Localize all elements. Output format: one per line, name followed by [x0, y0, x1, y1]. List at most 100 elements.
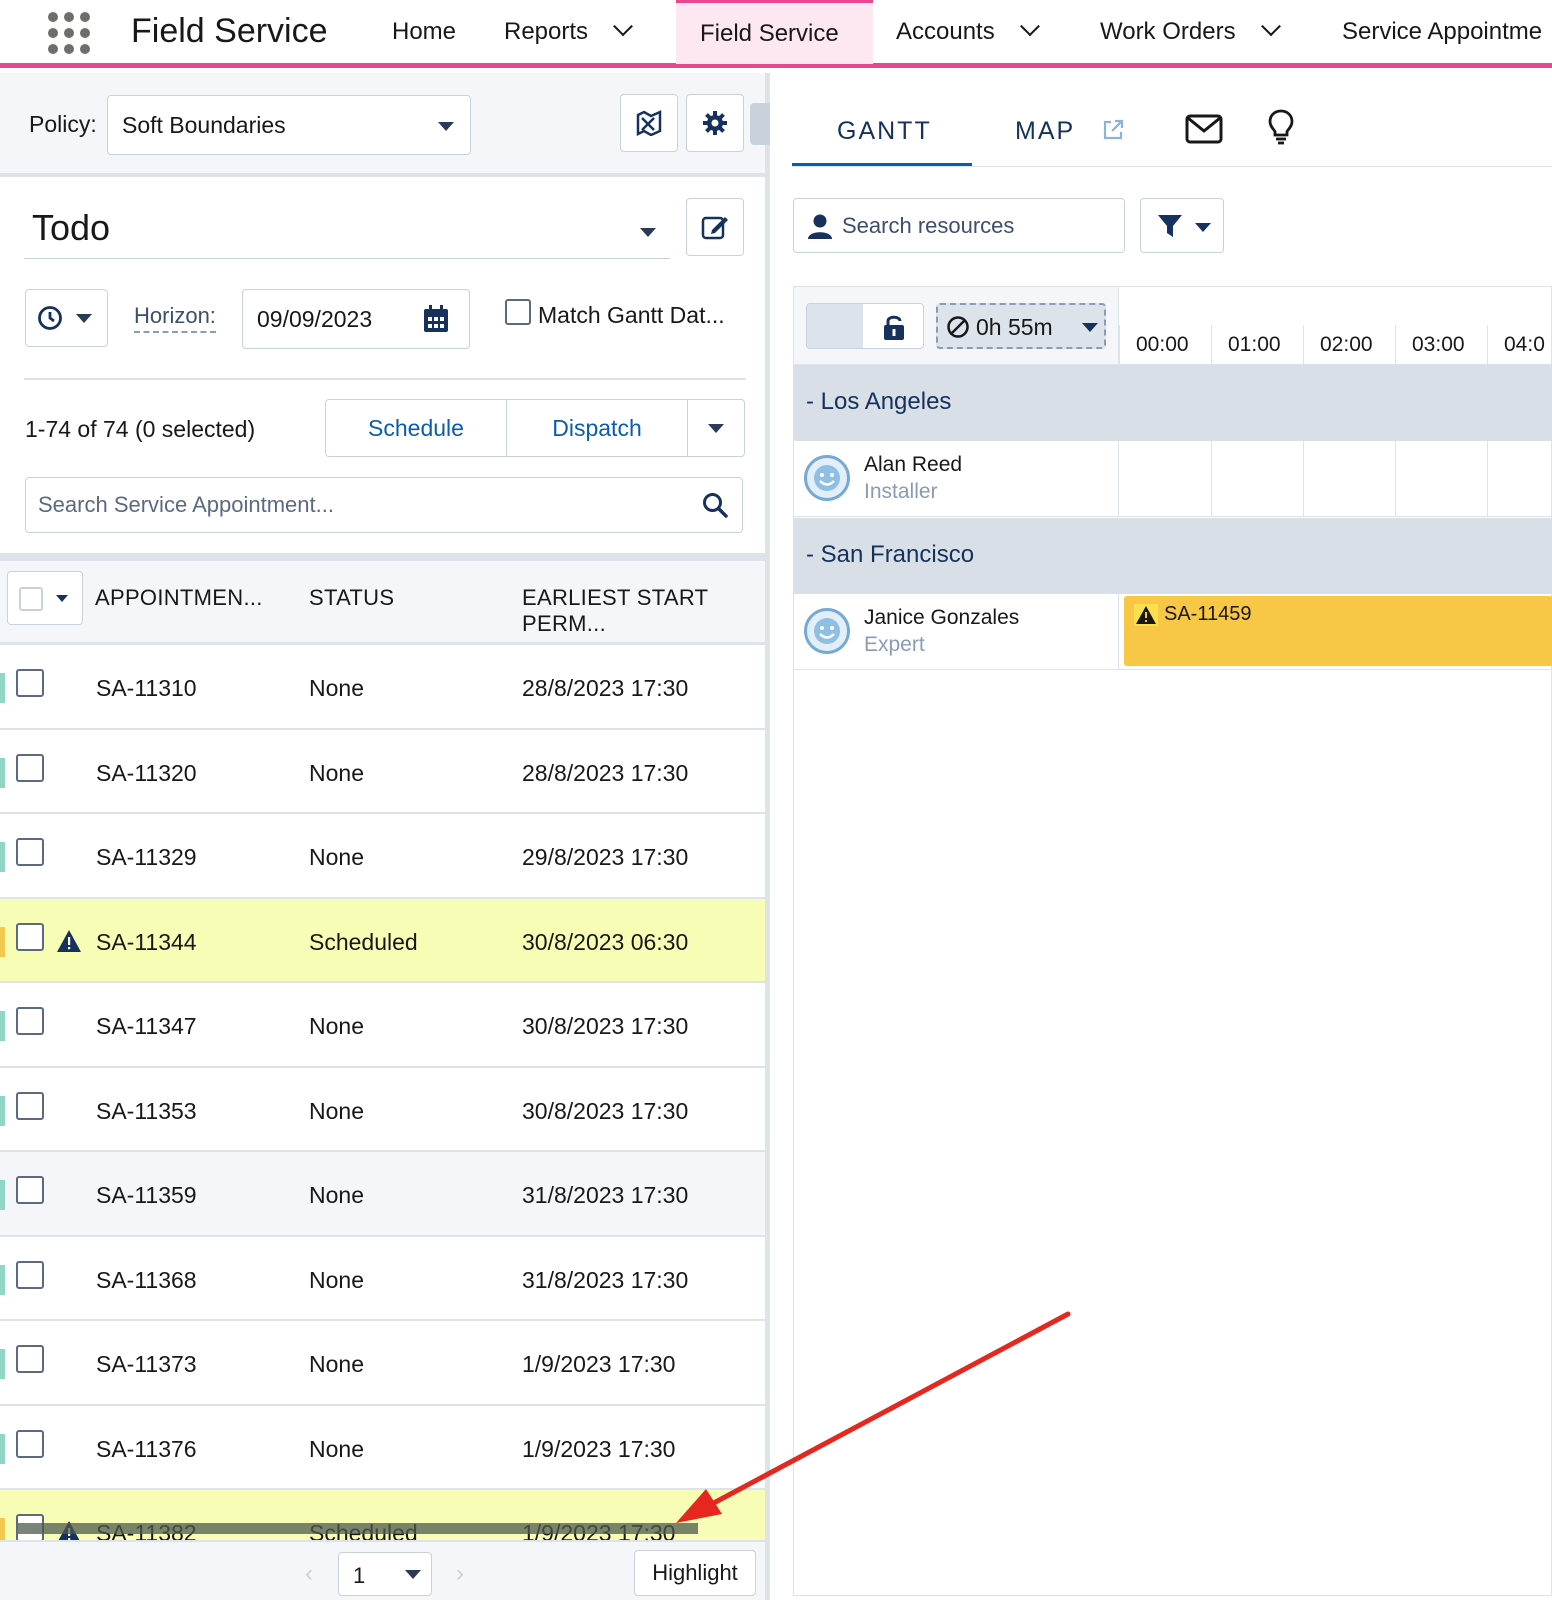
gantt-appointment-block[interactable]: SA-11459 [1124, 596, 1552, 666]
dispatch-button[interactable]: Dispatch [507, 400, 688, 456]
row-checkbox[interactable] [16, 1514, 44, 1542]
nav-item-label: Work Orders [1100, 18, 1236, 45]
external-link-icon[interactable] [1101, 118, 1125, 142]
row-checkbox[interactable] [16, 838, 44, 866]
match-gantt-checkbox[interactable] [505, 299, 531, 325]
appointment-id[interactable]: SA-11353 [96, 1098, 197, 1125]
highlight-button[interactable]: Highlight [634, 1550, 756, 1596]
row-checkbox[interactable] [16, 669, 44, 697]
nav-item-field-service[interactable]: Field Service [676, 0, 873, 64]
chevron-down-icon[interactable] [1019, 16, 1040, 37]
priority-marker [0, 1095, 5, 1126]
row-checkbox[interactable] [16, 1260, 44, 1289]
row-checkbox[interactable] [16, 922, 44, 951]
grid-line [1395, 441, 1396, 517]
tab-gantt[interactable]: GANTT [837, 117, 932, 146]
nav-item-reports[interactable]: Reports [480, 0, 654, 64]
appointment-status: None [309, 759, 364, 786]
priority-marker [0, 1264, 5, 1295]
duration-select[interactable]: 0h 55m [936, 303, 1106, 349]
filter-button[interactable] [1140, 198, 1224, 253]
appointment-id[interactable]: SA-11344 [96, 929, 197, 956]
appointment-id[interactable]: SA-11376 [96, 1436, 197, 1463]
nav-item-service-appointments[interactable]: Service Appointme [1318, 0, 1542, 64]
priority-marker [0, 1180, 5, 1210]
resource-name: Alan Reed [864, 453, 963, 476]
row-checkbox[interactable] [16, 753, 44, 782]
email-icon[interactable] [1185, 114, 1223, 144]
next-page-icon[interactable]: › [456, 1560, 464, 1588]
appointment-search-input[interactable]: Search Service Appointment... [25, 477, 743, 533]
appointment-id[interactable]: SA-11320 [96, 760, 197, 787]
nav-item-label: Field Service [700, 19, 839, 47]
resource-info[interactable]: Janice Gonzales Expert [794, 594, 1119, 670]
settings-button[interactable] [686, 94, 744, 152]
edit-filter-button[interactable] [686, 198, 744, 256]
caret-down-icon[interactable] [56, 595, 68, 602]
more-actions-button[interactable] [688, 400, 744, 456]
resource-info[interactable]: Alan Reed Installer [794, 441, 1119, 517]
collapse-panel-handle[interactable] [750, 103, 770, 145]
select-all-checkbox[interactable] [19, 587, 43, 611]
search-icon[interactable] [702, 492, 728, 518]
table-row[interactable]: SA-11320 None 28/8/2023 17:30 [0, 729, 765, 814]
policy-value: Soft Boundaries [122, 112, 286, 138]
chevron-down-icon[interactable] [1260, 16, 1281, 37]
chevron-down-icon[interactable] [613, 16, 633, 37]
time-tick: 03:00 [1395, 325, 1481, 365]
priority-marker [0, 926, 5, 957]
appointment-id[interactable]: SA-11347 [96, 1013, 197, 1040]
resource-search-input[interactable]: Search resources [793, 198, 1125, 253]
table-row[interactable]: SA-11329 None 29/8/2023 17:30 [0, 814, 765, 899]
table-row[interactable]: SA-11368 None 31/8/2023 17:30 [0, 1236, 765, 1321]
row-checkbox[interactable] [16, 1091, 44, 1120]
earliest-start: 1/9/2023 17:30 [522, 1351, 676, 1377]
earliest-start: 28/8/2023 17:30 [522, 759, 689, 786]
app-launcher-icon[interactable] [46, 10, 90, 54]
match-gantt-label: Match Gantt Dat... [538, 302, 725, 328]
earliest-start: 30/8/2023 17:30 [522, 1097, 689, 1124]
map-boundaries-button[interactable] [620, 94, 678, 152]
territory-group-san-francisco[interactable]: - San Francisco [794, 518, 1552, 594]
lightbulb-icon[interactable] [1268, 109, 1294, 145]
lock-toggle[interactable] [806, 303, 924, 349]
tab-map[interactable]: MAP [1015, 117, 1075, 146]
column-header-earliest-start[interactable]: EARLIEST START PERM... [522, 585, 765, 637]
appointment-id[interactable]: SA-11359 [96, 1182, 197, 1209]
horizon-date-input[interactable]: 09/09/2023 [242, 289, 470, 349]
earliest-start: 30/8/2023 06:30 [522, 928, 689, 955]
row-checkbox[interactable] [16, 1345, 44, 1373]
resource-role: Expert [864, 633, 925, 656]
table-row[interactable]: SA-11344 Scheduled 30/8/2023 06:30 [0, 898, 765, 983]
table-row[interactable]: SA-11310 None 28/8/2023 17:30 [0, 645, 765, 730]
column-header-status[interactable]: STATUS [309, 585, 394, 611]
list-title: Todo [32, 207, 111, 248]
page-select[interactable]: 1 [338, 1552, 432, 1596]
nav-item-work-orders[interactable]: Work Orders [1076, 0, 1302, 64]
nav-item-home[interactable]: Home [368, 0, 480, 64]
policy-select[interactable]: Soft Boundaries [107, 95, 471, 155]
row-checkbox[interactable] [16, 1176, 44, 1204]
previous-page-icon[interactable]: ‹ [305, 1560, 313, 1588]
table-row[interactable]: SA-11359 None 31/8/2023 17:30 [0, 1152, 765, 1237]
time-tick: 00:00 [1119, 325, 1205, 365]
list-view-caret-icon[interactable] [640, 228, 656, 237]
schedule-button[interactable]: Schedule [326, 400, 507, 456]
table-row[interactable]: SA-11347 None 30/8/2023 17:30 [0, 983, 765, 1068]
table-row[interactable]: SA-11373 None 1/9/2023 17:30 [0, 1321, 765, 1406]
appointment-id[interactable]: SA-11373 [96, 1351, 197, 1378]
nav-item-accounts[interactable]: Accounts [872, 0, 1061, 64]
appointment-id[interactable]: SA-11329 [96, 844, 197, 871]
row-checkbox[interactable] [16, 1429, 44, 1458]
appointment-id[interactable]: SA-11310 [96, 675, 197, 702]
appointment-id[interactable]: SA-11368 [96, 1267, 197, 1294]
table-row[interactable]: SA-11353 None 30/8/2023 17:30 [0, 1067, 765, 1152]
calendar-icon[interactable] [423, 305, 449, 333]
row-checkbox[interactable] [16, 1007, 44, 1035]
table-row[interactable]: SA-11376 None 1/9/2023 17:30 [0, 1405, 765, 1490]
time-filter-select[interactable] [25, 289, 108, 347]
territory-group-los-angeles[interactable]: - Los Angeles [794, 365, 1552, 441]
nav-item-label: Accounts [896, 18, 995, 45]
select-all-control[interactable] [7, 571, 83, 625]
column-header-appointment[interactable]: APPOINTMEN... [95, 585, 263, 611]
